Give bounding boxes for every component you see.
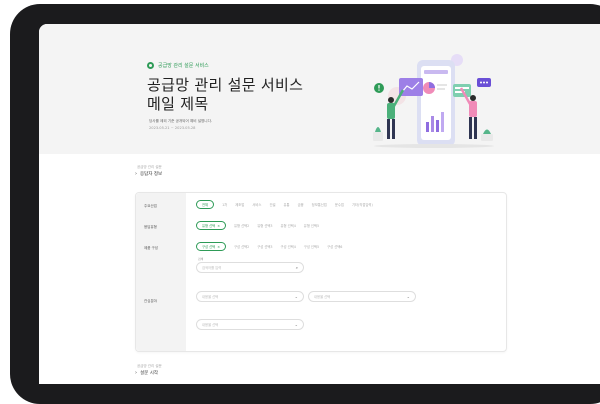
chip-option[interactable]: 건설 xyxy=(269,202,275,207)
chevron-down-icon: ⌄ xyxy=(406,294,410,299)
form-label-column xyxy=(136,193,186,351)
product-chip-group: 구성 선택 × 구성 선택2 구성 선택3 구성 선택4 구성 선택5 구성 선… xyxy=(196,242,342,251)
section-label: 공급망 관리 설문 xyxy=(137,364,162,368)
form-row-label: 주요산업 xyxy=(144,204,157,208)
brand: 공급망 관리 설문 서비스 xyxy=(147,62,209,69)
search-label: 검색 xyxy=(198,257,204,261)
chip-option[interactable]: 전체 xyxy=(196,200,215,209)
dashboard-illustration-icon xyxy=(373,54,494,148)
close-icon[interactable]: × xyxy=(217,224,220,228)
industry-chip-group: 전체 1차 제조업 서비스 건설 유통 금융 정보통신업 운수업 기타(직접입력… xyxy=(196,200,373,209)
chevron-down-icon: ⌄ xyxy=(294,322,298,327)
chip-option[interactable]: 서비스 xyxy=(252,202,261,207)
chip-option[interactable]: 기타(직접입력) xyxy=(352,202,373,207)
chip-option[interactable]: 유형 선택3 xyxy=(257,223,272,228)
select-value: 내용을 선택 xyxy=(202,295,219,299)
brand-name: 공급망 관리 설문 서비스 xyxy=(158,63,209,69)
search-placeholder: 검색어를 입력 xyxy=(202,266,222,270)
chip-option[interactable]: 구성 선택5 xyxy=(304,244,319,249)
form-row-label: 제품 구성 xyxy=(144,246,158,250)
chip-select-label: 유형 선택 xyxy=(202,224,216,228)
chip-option[interactable]: 구성 선택6 xyxy=(327,244,342,249)
search-input[interactable]: 검색어를 입력 ⌕ xyxy=(196,262,304,273)
chip-option[interactable]: 1차 xyxy=(222,202,227,207)
page-description: 당사를 제외 기준 공개되어 예비 설명니다. xyxy=(149,119,213,123)
brand-logo-icon xyxy=(147,62,154,69)
chevron-down-icon: ⌄ xyxy=(294,294,298,299)
chip-option[interactable]: 구성 선택4 xyxy=(281,244,296,249)
select-dropdown[interactable]: 내용을 선택 ⌄ xyxy=(196,291,304,302)
chip-option[interactable]: 구성 선택3 xyxy=(257,244,272,249)
chip-select[interactable]: 유형 선택 × xyxy=(196,221,226,230)
select-value: 내용을 선택 xyxy=(202,323,219,327)
chip-option[interactable]: 금융 xyxy=(298,202,304,207)
section-title: 응답자 정보 xyxy=(140,172,163,177)
type-chip-group: 유형 선택 × 유형 선택2 유형 선택3 유형 선택4 유형 선택5 xyxy=(196,221,319,230)
chip-select[interactable]: 구성 선택 × xyxy=(196,242,226,251)
section-label: 공급망 관리 설문 xyxy=(137,165,162,169)
chip-select-label: 구성 선택 xyxy=(202,245,216,249)
select-dropdown[interactable]: 내용을 선택 ⌄ xyxy=(196,319,304,330)
close-icon[interactable]: × xyxy=(217,245,220,249)
page-title: 공급망 관리 설문 서비스 메일 제목 xyxy=(147,76,304,113)
search-icon[interactable]: ⌕ xyxy=(296,265,298,270)
chip-option[interactable]: 유통 xyxy=(284,202,290,207)
chip-option[interactable]: 유형 선택4 xyxy=(281,223,296,228)
section-header-respondent[interactable]: › 응답자 정보 xyxy=(135,171,162,177)
chip-option[interactable]: 정보통신업 xyxy=(312,202,327,207)
chip-option[interactable]: 제조업 xyxy=(235,202,244,207)
select-dropdown[interactable]: 내용을 선택 ⌄ xyxy=(308,291,416,302)
chip-option[interactable]: 운수업 xyxy=(335,202,344,207)
form-row-label: 관심분야 xyxy=(144,299,157,303)
survey-period: 2023.05.21 ~ 2023.05.28 xyxy=(149,126,196,130)
chevron-right-icon: › xyxy=(135,171,137,177)
respondent-form-card: 주요산업 전체 1차 제조업 서비스 건설 유통 금융 정보통신업 운수업 기타… xyxy=(135,192,507,352)
hero-banner: 공급망 관리 설문 서비스 공급망 관리 설문 서비스 메일 제목 당사를 제외… xyxy=(39,24,600,154)
tablet-device-frame: 공급망 관리 설문 서비스 공급망 관리 설문 서비스 메일 제목 당사를 제외… xyxy=(10,4,600,404)
select-value: 내용을 선택 xyxy=(314,295,331,299)
main-content: 공급망 관리 설문 › 응답자 정보 주요산업 전체 1차 제조업 서비스 건설… xyxy=(39,154,600,384)
chip-option[interactable]: 유형 선택5 xyxy=(304,223,319,228)
chip-option[interactable]: 구성 선택2 xyxy=(234,244,249,249)
form-row-label: 응답유형 xyxy=(144,225,157,229)
chip-option[interactable]: 유형 선택2 xyxy=(234,223,249,228)
screen: 공급망 관리 설문 서비스 공급망 관리 설문 서비스 메일 제목 당사를 제외… xyxy=(39,24,600,384)
